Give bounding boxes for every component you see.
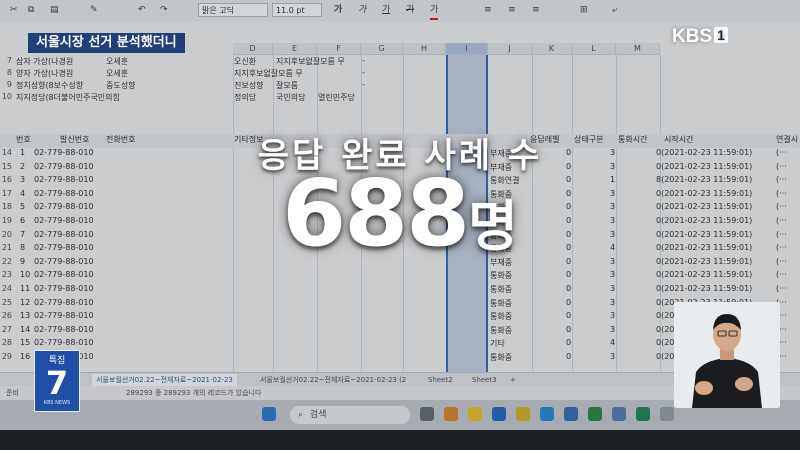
count-unit: 명 [468,195,518,258]
channel-number: 1 [714,27,728,43]
broadcaster-name: KBS [672,26,713,47]
program-badge: 특집 7 KBS NEWS [34,350,80,412]
news-caption: 서울시장 선거 분석했더니 [28,33,185,53]
kbs-logo: KBS 1 [672,26,728,48]
response-count: 688 [282,160,470,267]
sign-language-interpreter [674,302,780,408]
badge-number: 7 [45,364,69,402]
badge-footer: KBS NEWS [43,400,71,406]
interpreter-figure [674,302,780,408]
overlay-count: 688명 [0,160,800,267]
monitor-bezel [0,430,800,450]
